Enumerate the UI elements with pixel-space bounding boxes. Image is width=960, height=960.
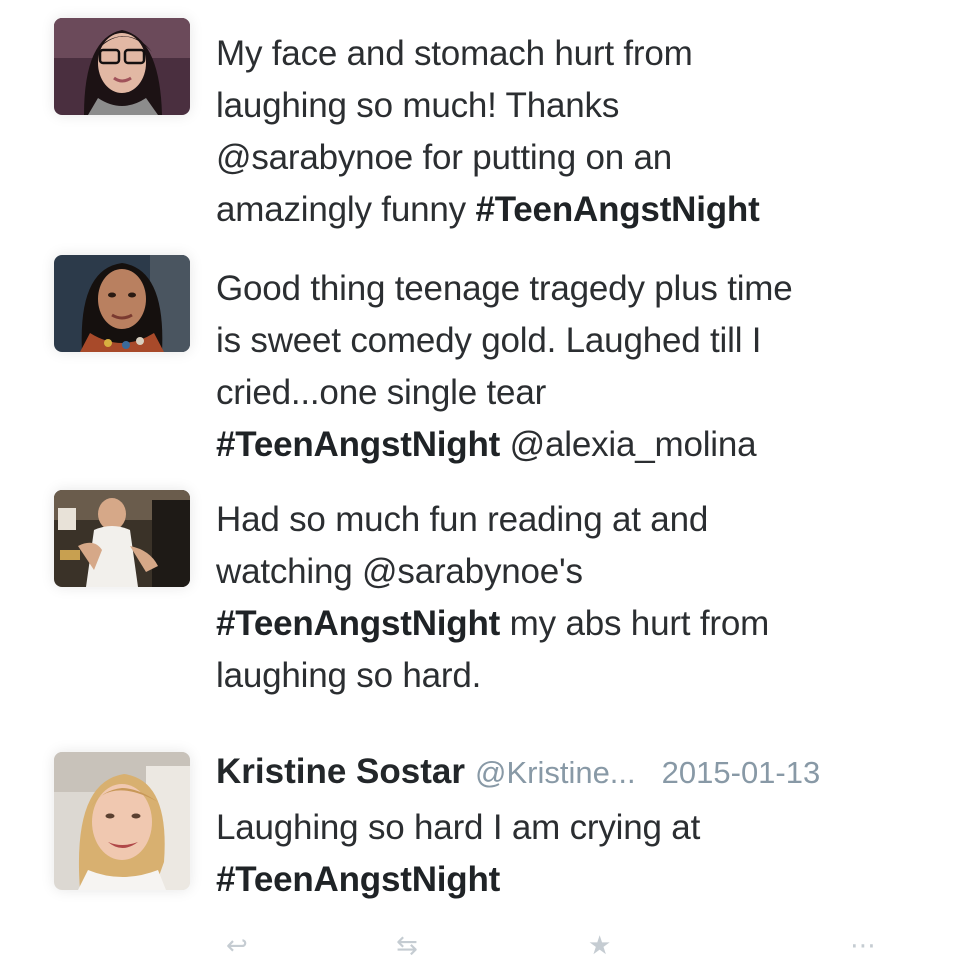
user-name[interactable]: Kristine Sostar [216,752,465,791]
tweet-text-line: is sweet comedy gold. Laughed till I [216,315,936,367]
user-avatar[interactable] [54,255,190,352]
user-handle[interactable]: @Kristine... [475,755,636,790]
mention-link[interactable]: @alexia_molina [500,425,757,464]
tweet-text-segment: is sweet comedy gold. Laughed till I [216,321,762,360]
retweet-icon[interactable]: ⇆ [396,932,418,958]
tweet-text-line: @sarabynoe for putting on an [216,132,936,184]
tweet-text-line: laughing so much! Thanks [216,80,936,132]
tweet-date[interactable]: 2015-01-13 [662,755,821,790]
tweet-text-segment: laughing so hard. [216,656,482,695]
tweet-item[interactable]: Kristine Sostar @Kristine... 2015-01-13 La… [0,730,960,920]
tweet-item[interactable]: My face and stomach hurt from laughing so… [0,0,960,235]
favorite-icon[interactable]: ★ [588,932,611,958]
tweet-text-segment: My face and stomach hurt from [216,34,693,73]
more-icon[interactable]: ⋯ [850,932,876,958]
tweet-text-line: Had so much fun reading at and [216,494,936,546]
user-avatar[interactable] [54,490,190,587]
hashtag-link[interactable]: #TeenAngstNight [216,860,500,899]
tweet-text-line: laughing so hard. [216,650,936,702]
tweet-text-line: #TeenAngstNight @alexia_molina [216,419,936,471]
tweet-text-line: watching @sarabynoe's [216,546,936,598]
user-avatar[interactable] [54,752,190,890]
reply-icon[interactable]: ↩ [226,932,248,958]
tweet-item[interactable]: Had so much fun reading at and watching @… [0,470,960,730]
hashtag-link[interactable]: #TeenAngstNight [216,425,500,464]
tweet-actions: ↩ ⇆ ★ ⋯ [0,926,960,960]
tweet-text-segment: my abs hurt from [500,604,770,643]
tweet-text-line: Laughing so hard I am crying at [216,802,936,854]
tweet-text: My face and stomach hurt from laughing so… [216,28,936,236]
tweet-text-segment: cried...one single tear [216,373,547,412]
tweet-text-segment: amazingly funny [216,190,476,229]
user-avatar[interactable] [54,18,190,115]
tweet-text-segment: Good thing teenage tragedy plus time [216,269,793,308]
tweet-item[interactable]: Good thing teenage tragedy plus time is s… [0,235,960,470]
tweet-text-line: #TeenAngstNight my abs hurt from [216,598,936,650]
tweet-text-line: #TeenAngstNight [216,854,936,906]
hashtag-link[interactable]: #TeenAngstNight [216,604,500,643]
tweet-text-line: amazingly funny #TeenAngstNight [216,184,936,236]
tweet-text-segment: watching @sarabynoe's [216,552,583,591]
tweet-text: Had so much fun reading at and watching @… [216,494,936,702]
tweet-text-line: Good thing teenage tragedy plus time [216,263,936,315]
tweet-feed: My face and stomach hurt from laughing so… [0,0,960,960]
mention-link[interactable]: @sarabynoe for putting on an [216,138,672,177]
tweet-text-segment: Had so much fun reading at and [216,500,709,539]
tweet-text: Good thing teenage tragedy plus time is s… [216,263,936,471]
tweet-header: Kristine Sostar @Kristine... 2015-01-13 [216,752,820,793]
tweet-text-segment: laughing so much! Thanks [216,86,620,125]
tweet-text-segment: Laughing so hard I am crying at [216,808,701,847]
tweet-text-line: My face and stomach hurt from [216,28,936,80]
tweet-text: Laughing so hard I am crying at #TeenAngs… [216,802,936,906]
hashtag-link[interactable]: #TeenAngstNight [475,190,759,229]
tweet-text-line: cried...one single tear [216,367,936,419]
